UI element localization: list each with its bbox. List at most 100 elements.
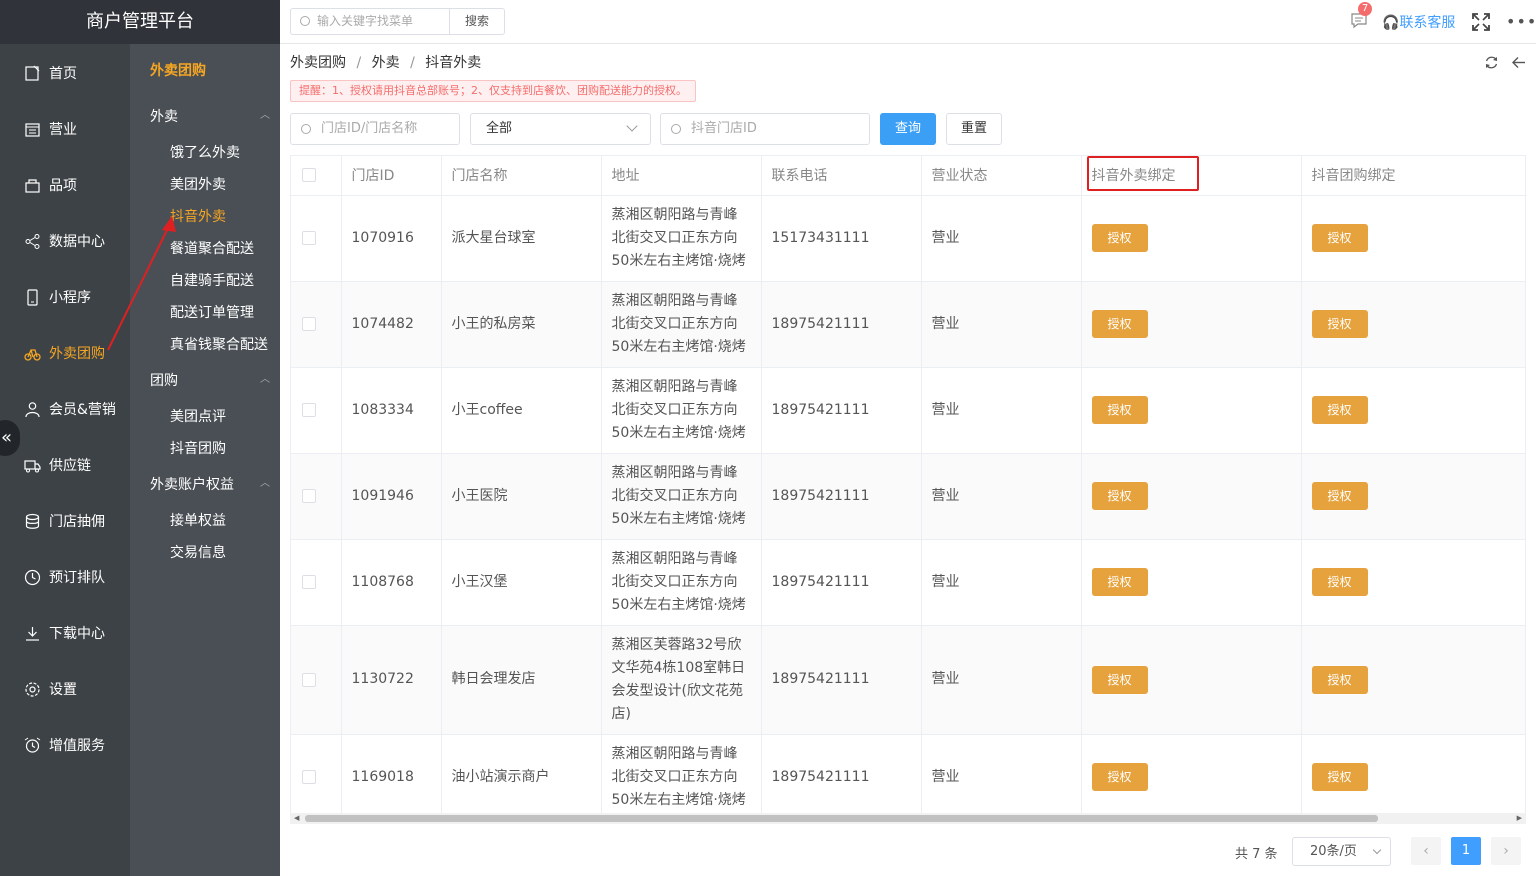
groupbuy-bind-cell: 授权 (1301, 539, 1525, 626)
reset-button[interactable]: 重置 (946, 113, 1002, 145)
store-search-input[interactable]: 门店ID/门店名称 (290, 113, 460, 145)
nav-item-7[interactable]: 供应链 (0, 443, 130, 487)
row-checkbox[interactable] (302, 231, 316, 245)
nav-item-12[interactable]: 增值服务 (0, 723, 130, 767)
phone-cell: 18975421111 (761, 539, 922, 626)
row-checkbox[interactable] (302, 403, 316, 417)
contact-service-link[interactable]: 🎧联系客服 (1382, 12, 1455, 32)
checkbox-cell (291, 539, 342, 626)
subnav-item-own-rider[interactable]: 自建骑手配送 (170, 270, 254, 290)
nav-item-1[interactable]: 营业 (0, 107, 130, 151)
address-cell: 蒸湘区朝阳路与青峰北街交叉口正东方向50米左右主烤馆·烧烤 (601, 734, 762, 815)
status-cell: 营业 (921, 367, 1082, 454)
refresh-icon[interactable] (1484, 55, 1499, 70)
checkbox-cell (291, 195, 342, 282)
status-select[interactable]: 全部 (470, 113, 651, 145)
nav-item-6[interactable]: 会员&营销 (0, 387, 130, 431)
douyin-groupbuy-auth-button[interactable]: 授权 (1311, 224, 1368, 252)
douyin-groupbuy-auth-button[interactable]: 授权 (1311, 763, 1368, 791)
prev-page-button[interactable]: ‹ (1411, 837, 1441, 865)
nav-item-8[interactable]: 门店抽佣 (0, 499, 130, 543)
douyin-takeaway-auth-button[interactable]: 授权 (1091, 568, 1148, 596)
back-arrow-icon[interactable] (1511, 55, 1526, 70)
subnav-item-order-rights[interactable]: 接单权益 (170, 510, 226, 530)
takeaway-bind-cell: 授权 (1081, 195, 1302, 282)
groupbuy-bind-cell: 授权 (1301, 281, 1525, 368)
row-checkbox[interactable] (302, 317, 316, 331)
subnav-item-aggregate-delivery[interactable]: 餐道聚合配送 (170, 238, 254, 258)
nav-item-11[interactable]: 设置 (0, 667, 130, 711)
checkbox-cell (291, 367, 342, 454)
menu-search-input[interactable]: 输入关键字找菜单 (290, 8, 450, 35)
douyin-groupbuy-auth-button[interactable]: 授权 (1311, 310, 1368, 338)
store-id-cell: 1091946 (341, 453, 442, 540)
row-checkbox[interactable] (302, 770, 316, 784)
nav-item-0[interactable]: 首页 (0, 51, 130, 95)
row-checkbox[interactable] (302, 575, 316, 589)
nav-item-4[interactable]: 小程序 (0, 275, 130, 319)
headset-icon: 🎧 (1382, 15, 1400, 31)
nav-item-label: 小程序 (49, 290, 91, 306)
collapse-caret-icon: ︿ (260, 478, 270, 489)
calendar-icon (25, 122, 40, 137)
douyin-store-id-input[interactable]: 抖音门店ID (660, 113, 870, 145)
more-icon[interactable]: ••• (1506, 12, 1536, 31)
row-checkbox[interactable] (302, 489, 316, 503)
douyin-takeaway-auth-button[interactable]: 授权 (1091, 310, 1148, 338)
select-all-checkbox[interactable] (302, 168, 316, 183)
groupbuy-bind-cell: 授权 (1301, 367, 1525, 454)
subnav-item-meituan[interactable]: 美团外卖 (170, 174, 226, 194)
horizontal-scrollbar[interactable]: ◀ ▶ (290, 813, 1526, 824)
total-count: 共 7 条 (1235, 847, 1278, 862)
nav-item-10[interactable]: 下载中心 (0, 611, 130, 655)
douyin-groupbuy-auth-button[interactable]: 授权 (1311, 665, 1368, 694)
subnav-item-douyin-groupbuy[interactable]: 抖音团购 (170, 438, 226, 458)
status-cell: 营业 (921, 195, 1082, 282)
nav-item-9[interactable]: 预订排队 (0, 555, 130, 599)
subnav-item-delivery-orders[interactable]: 配送订单管理 (170, 302, 254, 322)
subnav-item-douyin-takeaway[interactable]: 抖音外卖 (170, 206, 226, 226)
store-name-cell: 小王coffee (441, 367, 602, 454)
menu-search-button[interactable]: 搜索 (449, 8, 505, 35)
scroll-left-icon[interactable]: ◀ (294, 813, 299, 824)
table-row: 1108768 小王汉堡 蒸湘区朝阳路与青峰北街交叉口正东方向50米左右主烤馆·烧烤… (291, 539, 1525, 626)
scroll-right-icon[interactable]: ▶ (1517, 813, 1522, 824)
nav-item-label: 门店抽佣 (49, 514, 105, 530)
douyin-takeaway-auth-button[interactable]: 授权 (1091, 763, 1148, 791)
row-checkbox[interactable] (302, 672, 316, 687)
groupbuy-bind-cell: 授权 (1301, 195, 1525, 282)
breadcrumb-item[interactable]: 外卖 (372, 55, 400, 71)
douyin-groupbuy-auth-button[interactable]: 授权 (1311, 568, 1368, 596)
nav-item-5[interactable]: 外卖团购 (0, 331, 130, 375)
douyin-takeaway-auth-button[interactable]: 授权 (1091, 482, 1148, 510)
takeaway-bind-cell: 授权 (1081, 281, 1302, 368)
subnav-item-transactions[interactable]: 交易信息 (170, 542, 226, 562)
subnav-group-account-rights[interactable]: 外卖账户权益 ︿ (150, 474, 270, 494)
breadcrumb-item[interactable]: 外卖团购 (290, 55, 346, 71)
nav-item-3[interactable]: 数据中心 (0, 219, 130, 263)
subnav-item-eleme[interactable]: 饿了么外卖 (170, 142, 240, 162)
subnav-item-meituan-dianping[interactable]: 美团点评 (170, 406, 226, 426)
douyin-takeaway-auth-button[interactable]: 授权 (1091, 665, 1148, 694)
subnav-group-takeaway[interactable]: 外卖 ︿ (150, 106, 270, 126)
bike-icon (24, 348, 41, 361)
douyin-groupbuy-auth-button[interactable]: 授权 (1311, 482, 1368, 510)
address-cell: 蒸湘区朝阳路与青峰北街交叉口正东方向50米左右主烤馆·烧烤 (601, 367, 762, 454)
scrollbar-thumb[interactable] (305, 815, 1378, 822)
groupbuy-bind-cell: 授权 (1301, 625, 1525, 735)
database-icon (25, 513, 40, 529)
subnav-item-zhenshengqian[interactable]: 真省钱聚合配送 (170, 334, 268, 354)
douyin-groupbuy-auth-button[interactable]: 授权 (1311, 396, 1368, 424)
next-page-button[interactable]: › (1491, 837, 1521, 865)
page-number-button[interactable]: 1 (1451, 837, 1481, 865)
nav-item-2[interactable]: 品项 (0, 163, 130, 207)
page-size-select[interactable]: 20条/页 (1292, 837, 1391, 866)
douyin-takeaway-auth-button[interactable]: 授权 (1091, 396, 1148, 424)
address-cell: 蒸湘区朝阳路与青峰北街交叉口正东方向50米左右主烤馆·烧烤 (601, 195, 762, 282)
secondary-sidebar: 外卖团购 外卖 ︿ 饿了么外卖 美团外卖 抖音外卖 餐道聚合配送 自建骑手配送 … (130, 44, 280, 876)
subnav-group-groupbuy[interactable]: 团购 ︿ (150, 370, 270, 390)
douyin-takeaway-auth-button[interactable]: 授权 (1091, 224, 1148, 252)
column-header: 联系电话 (761, 156, 922, 196)
query-button[interactable]: 查询 (880, 113, 936, 145)
fullscreen-icon[interactable] (1472, 13, 1490, 31)
